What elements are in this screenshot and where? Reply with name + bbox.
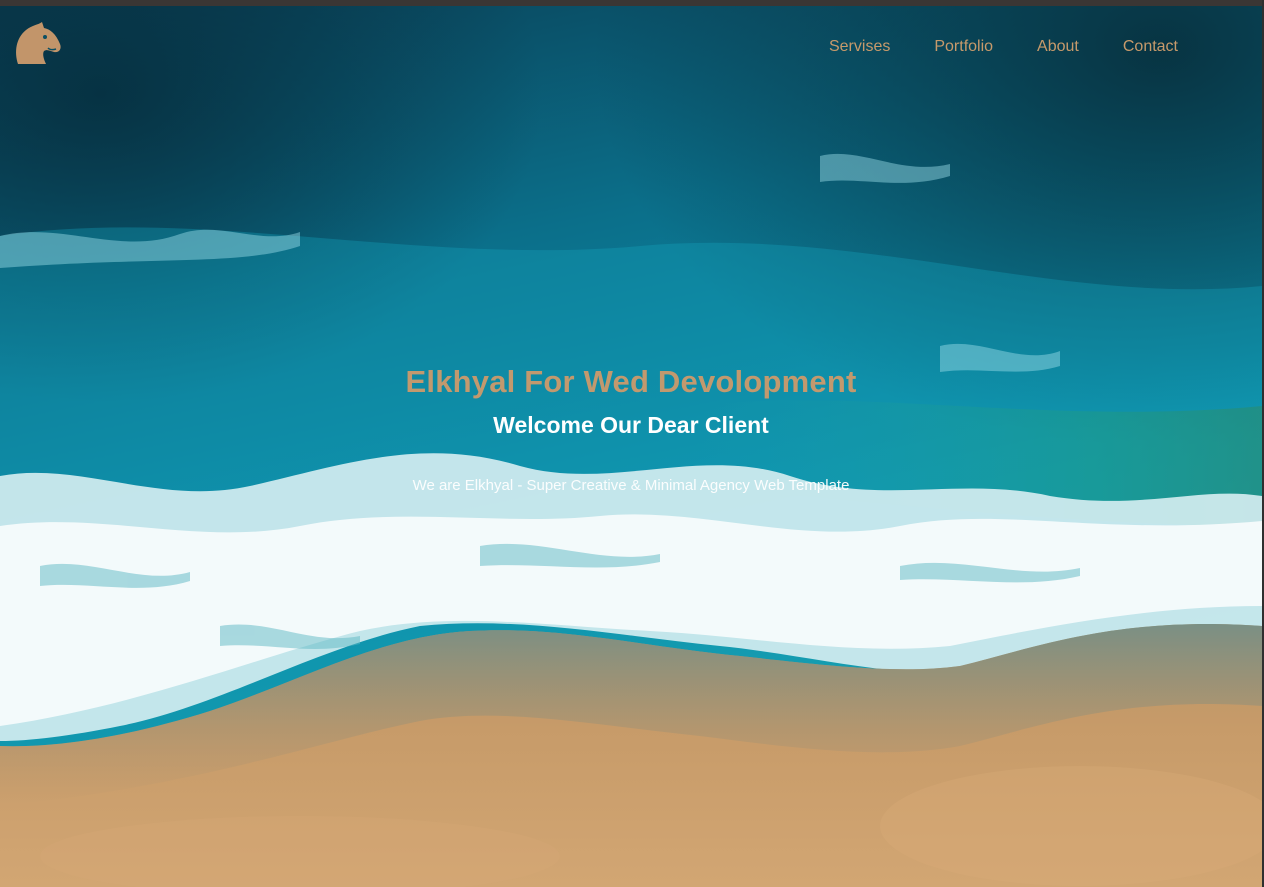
hero-title: Elkhyal For Wed Devolopment (405, 364, 857, 399)
hero-content: Elkhyal For Wed Devolopment Welcome Our … (0, 362, 1262, 496)
hero-section: Servises Portfolio About Contact Elkhyal… (0, 6, 1262, 887)
nav-link-services[interactable]: Servises (829, 38, 890, 56)
hero-tagline: We are Elkhyal - Super Creative & Minima… (412, 477, 850, 494)
nav-link-portfolio[interactable]: Portfolio (934, 38, 993, 56)
hero-subtitle: Welcome Our Dear Client (493, 412, 769, 438)
main-nav: Servises Portfolio About Contact (829, 38, 1178, 56)
top-navbar: Servises Portfolio About Contact (0, 6, 1262, 86)
nav-link-contact[interactable]: Contact (1123, 38, 1178, 56)
logo[interactable] (12, 18, 64, 70)
nav-link-about[interactable]: About (1037, 38, 1079, 56)
horse-head-icon (16, 22, 61, 64)
